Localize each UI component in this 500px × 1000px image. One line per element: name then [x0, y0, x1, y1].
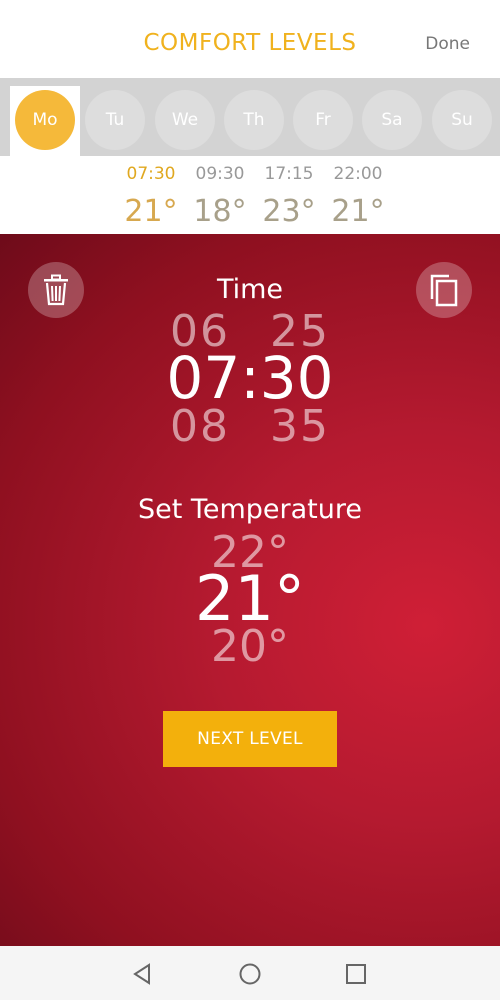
level-temp[interactable]: 18°	[180, 194, 260, 229]
level-temp[interactable]: 21°	[111, 194, 191, 229]
done-button[interactable]: Done	[425, 34, 470, 54]
level-time[interactable]: 07:30	[111, 164, 191, 184]
level-editor-panel: Time 06 25 07:30 08 35 Set Temperature 2…	[0, 234, 500, 946]
day-we[interactable]: We	[155, 90, 215, 150]
day-tu[interactable]: Tu	[85, 90, 145, 150]
level-time[interactable]: 22:00	[318, 164, 398, 184]
level-time[interactable]: 17:15	[249, 164, 329, 184]
next-level-button[interactable]: NEXT LEVEL	[163, 711, 337, 767]
day-mo[interactable]: Mo	[15, 90, 75, 150]
temperature-label: Set Temperature	[138, 494, 362, 525]
time-label: Time	[216, 274, 284, 305]
level-time[interactable]: 09:30	[180, 164, 260, 184]
day-sa[interactable]: Sa	[362, 90, 422, 150]
day-selector: Mo Tu We Th Fr Sa Su	[0, 78, 500, 156]
time-picker-next[interactable]: 08 35	[0, 401, 500, 452]
back-icon[interactable]	[131, 963, 153, 985]
day-fr[interactable]: Fr	[293, 90, 353, 150]
system-nav-bar	[0, 946, 500, 1000]
app-header: COMFORT LEVELS Done	[0, 0, 500, 78]
temp-picker-next[interactable]: 20°	[0, 621, 500, 672]
day-th[interactable]: Th	[224, 90, 284, 150]
home-icon[interactable]	[239, 963, 261, 985]
comfort-level-schedule: 07:30 09:30 17:15 22:00 21° 18° 23° 21°	[0, 156, 500, 234]
level-temp[interactable]: 21°	[318, 194, 398, 229]
day-su[interactable]: Su	[432, 90, 492, 150]
level-temp[interactable]: 23°	[249, 194, 329, 229]
recents-icon[interactable]	[345, 963, 367, 985]
